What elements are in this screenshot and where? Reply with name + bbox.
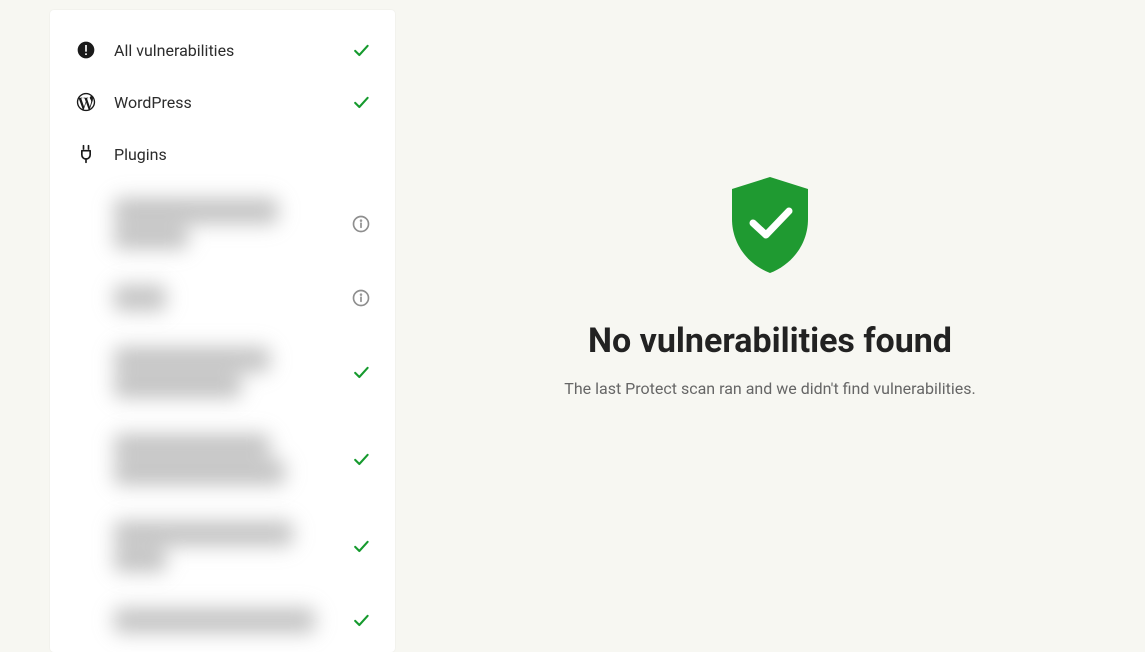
info-icon: [351, 214, 371, 234]
plugin-item[interactable]: xxxxxxxxxxxxxxxxxxxxx xxxxxxxxxxxxxxxxxx…: [66, 416, 395, 503]
check-icon: [351, 92, 371, 112]
plugin-name-blurred: xxxxxxxxxxxxxxxxxxxxx xxxxxxxxxxxxxxxxxx…: [114, 434, 343, 485]
plugin-name-blurred: xxxxxxx: [114, 285, 343, 311]
plugin-icon: [74, 142, 98, 166]
main-title: No vulnerabilities found: [588, 321, 952, 361]
sidebar-item-label: Plugins: [114, 145, 371, 164]
check-icon: [351, 362, 371, 382]
main-subtitle: The last Protect scan ran and we didn't …: [564, 379, 975, 398]
plugin-item[interactable]: xxxxxxxxxxxxxxxxxxxxx xxxxxxxxxxxxxxxxx: [66, 329, 395, 416]
info-icon: [351, 288, 371, 308]
plugin-item[interactable]: xxxxxxxxxxxxxxxxxxxxxx xxxxxxxxxx: [66, 180, 395, 267]
plugin-item[interactable]: xxxxxxxxxxxxxxxxxxxxxxxxxxx: [66, 590, 395, 652]
sidebar-item-all-vulnerabilities[interactable]: All vulnerabilities: [50, 24, 395, 76]
sidebar-item-label: All vulnerabilities: [114, 41, 351, 60]
plugin-item[interactable]: xxxxxxxxxxxxxxxxxxxxxxxx xxxxxxx: [66, 503, 395, 590]
plugin-name-blurred: xxxxxxxxxxxxxxxxxxxxxxxxxxx: [114, 608, 343, 634]
check-icon: [351, 40, 371, 60]
check-icon: [351, 449, 371, 469]
plugin-name-blurred: xxxxxxxxxxxxxxxxxxxxx xxxxxxxxxxxxxxxxx: [114, 347, 343, 398]
plugin-item[interactable]: xxxxxxx: [66, 267, 395, 329]
sidebar: All vulnerabilities WordPress Plugins xx…: [50, 10, 395, 652]
alert-circle-icon: [74, 38, 98, 62]
sidebar-item-plugins[interactable]: Plugins: [50, 128, 395, 180]
plugin-name-blurred: xxxxxxxxxxxxxxxxxxxxxx xxxxxxxxxx: [114, 198, 343, 249]
wordpress-icon: [74, 90, 98, 114]
sidebar-item-label: WordPress: [114, 93, 351, 112]
check-icon: [351, 610, 371, 630]
plugin-name-blurred: xxxxxxxxxxxxxxxxxxxxxxxx xxxxxxx: [114, 521, 343, 572]
shield-check-icon: [725, 175, 815, 279]
main-content: No vulnerabilities found The last Protec…: [395, 0, 1145, 652]
check-icon: [351, 536, 371, 556]
plugin-list: xxxxxxxxxxxxxxxxxxxxxx xxxxxxxxxx xxxxxx…: [50, 180, 395, 651]
sidebar-item-wordpress[interactable]: WordPress: [50, 76, 395, 128]
